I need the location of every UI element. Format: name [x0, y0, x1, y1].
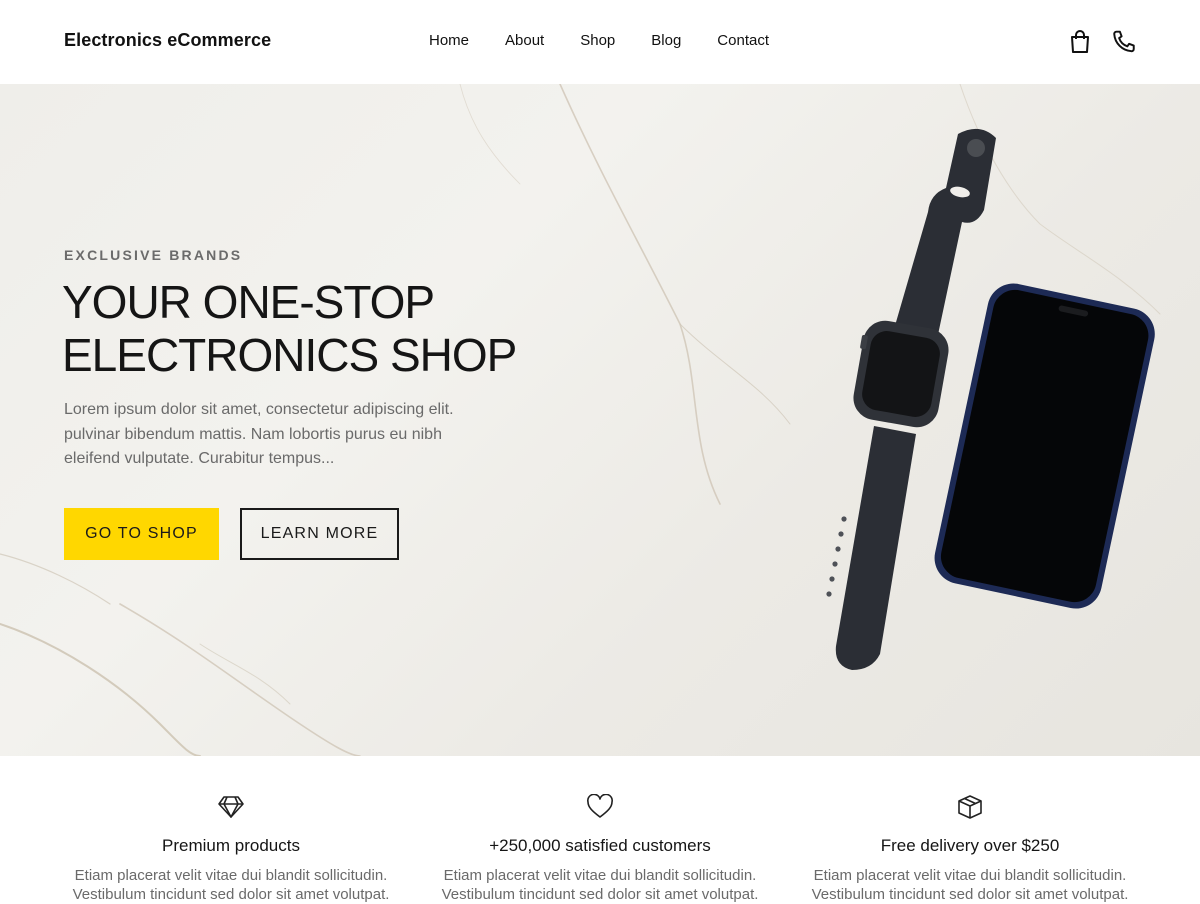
nav-link-shop[interactable]: Shop — [580, 32, 615, 49]
hero-headline-line2: ELECTRONICS SHOP — [62, 329, 517, 381]
phone-icon[interactable] — [1110, 28, 1138, 56]
nav-link-contact[interactable]: Contact — [717, 32, 769, 49]
go-to-shop-button[interactable]: GO TO SHOP — [64, 508, 219, 560]
hero-headline-line1: YOUR ONE-STOP — [62, 276, 435, 328]
main-nav: Home About Shop Blog Contact — [429, 32, 805, 49]
hero-headline: YOUR ONE-STOP ELECTRONICS SHOP — [62, 276, 582, 382]
learn-more-button[interactable]: LEARN MORE — [240, 508, 399, 560]
feature-title: Premium products — [162, 836, 300, 855]
feature-premium-products: Premium products Etiam placerat velit vi… — [46, 792, 416, 904]
hero-description: Lorem ipsum dolor sit amet, consectetur … — [64, 401, 454, 467]
feature-text: Etiam placerat velit vitae dui blandit s… — [441, 867, 759, 903]
smartphone-illustration — [934, 283, 1155, 609]
hero-eyebrow: EXCLUSIVE BRANDS — [64, 247, 243, 263]
site-brand[interactable]: Electronics eCommerce — [64, 30, 271, 51]
header-actions — [1066, 28, 1138, 56]
shopping-bag-icon[interactable] — [1066, 28, 1094, 56]
nav-link-home[interactable]: Home — [429, 32, 469, 49]
site-header: Electronics eCommerce Home About Shop Bl… — [0, 0, 1200, 84]
heart-icon — [415, 792, 785, 822]
box-icon — [785, 792, 1155, 822]
diamond-icon — [46, 792, 416, 822]
nav-link-blog[interactable]: Blog — [651, 32, 681, 49]
feature-title: Free delivery over $250 — [880, 836, 1060, 855]
features-section: Premium products Etiam placerat velit vi… — [0, 756, 1200, 903]
feature-title: +250,000 satisfied customers — [489, 836, 711, 855]
hero-product-image — [826, 128, 1155, 670]
hero-section: EXCLUSIVE BRANDS YOUR ONE-STOP ELECTRONI… — [0, 84, 1200, 756]
feature-free-delivery: Free delivery over $250 Etiam placerat v… — [785, 792, 1155, 904]
nav-link-about[interactable]: About — [505, 32, 544, 49]
feature-text: Etiam placerat velit vitae dui blandit s… — [811, 867, 1129, 903]
feature-satisfied-customers: +250,000 satisfied customers Etiam place… — [415, 792, 785, 904]
feature-text: Etiam placerat velit vitae dui blandit s… — [72, 867, 390, 903]
